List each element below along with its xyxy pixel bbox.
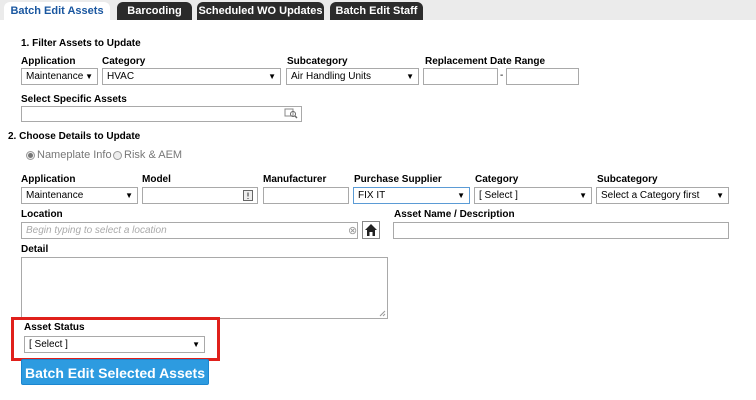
batch-edit-submit-button[interactable]: Batch Edit Selected Assets xyxy=(21,359,209,385)
radio-nameplate-label: Nameplate Info xyxy=(37,149,112,161)
details-application-label: Application xyxy=(21,174,76,185)
manufacturer-label: Manufacturer xyxy=(263,174,327,185)
chevron-down-icon: ▼ xyxy=(85,72,93,81)
radio-risk-aem[interactable] xyxy=(113,151,122,160)
details-subcategory-value: Select a Category first xyxy=(601,190,700,201)
details-application-value: Maintenance xyxy=(26,190,84,201)
tab-batch-edit-staff[interactable]: Batch Edit Staff xyxy=(330,2,423,20)
detail-textarea[interactable] xyxy=(21,257,388,319)
detail-label: Detail xyxy=(21,244,49,255)
specific-assets-label: Select Specific Assets xyxy=(21,94,127,105)
details-section-title: 2. Choose Details to Update xyxy=(8,131,141,142)
supplier-select[interactable]: FIX IT ▼ xyxy=(353,187,470,204)
clear-icon[interactable]: ⊗ xyxy=(348,224,357,237)
details-subcategory-select[interactable]: Select a Category first ▼ xyxy=(596,187,729,204)
home-button[interactable] xyxy=(362,221,380,239)
tab-scheduled-wo-updates[interactable]: Scheduled WO Updates xyxy=(197,2,324,20)
details-category-value: [ Select ] xyxy=(479,190,518,201)
chevron-down-icon: ▼ xyxy=(268,72,276,81)
filter-category-value: HVAC xyxy=(107,71,135,82)
details-category-label: Category xyxy=(475,174,519,185)
asset-status-select[interactable]: [ Select ] ▼ xyxy=(24,336,205,353)
supplier-label: Purchase Supplier xyxy=(354,174,442,185)
filter-category-select[interactable]: HVAC ▼ xyxy=(102,68,281,85)
date-range-start-input[interactable] xyxy=(423,68,498,85)
chevron-down-icon: ▼ xyxy=(192,340,200,349)
model-input[interactable] xyxy=(142,187,258,204)
home-icon xyxy=(365,224,377,236)
date-range-separator: - xyxy=(500,70,504,81)
filter-subcategory-select[interactable]: Air Handling Units ▼ xyxy=(286,68,419,85)
manufacturer-input[interactable] xyxy=(263,187,349,204)
date-range-end-input[interactable] xyxy=(506,68,579,85)
search-icon[interactable] xyxy=(284,107,298,121)
resize-handle-icon[interactable] xyxy=(379,310,386,317)
chevron-down-icon: ▼ xyxy=(406,72,414,81)
radio-nameplate-info[interactable] xyxy=(26,151,35,160)
filter-application-value: Maintenance xyxy=(26,71,84,82)
asset-name-input[interactable] xyxy=(393,222,729,239)
asset-status-value: [ Select ] xyxy=(29,339,68,350)
tab-batch-edit-assets[interactable]: Batch Edit Assets xyxy=(4,2,110,20)
model-label: Model xyxy=(142,174,171,185)
filter-subcategory-label: Subcategory xyxy=(287,56,348,67)
chevron-down-icon: ▼ xyxy=(125,191,133,200)
tab-bar: Batch Edit Assets Barcoding Scheduled WO… xyxy=(0,0,756,20)
specific-assets-input[interactable] xyxy=(21,106,302,122)
details-application-select[interactable]: Maintenance ▼ xyxy=(21,187,138,204)
tab-barcoding[interactable]: Barcoding xyxy=(117,2,192,20)
chevron-down-icon: ▼ xyxy=(579,191,587,200)
details-subcategory-label: Subcategory xyxy=(597,174,658,185)
filter-date-range-label: Replacement Date Range xyxy=(425,56,546,67)
chevron-down-icon: ▼ xyxy=(716,191,724,200)
filter-category-label: Category xyxy=(102,56,146,67)
supplier-value: FIX IT xyxy=(358,190,386,201)
radio-risk-label: Risk & AEM xyxy=(124,149,183,161)
location-placeholder: Begin typing to select a location xyxy=(26,225,167,236)
asset-name-label: Asset Name / Description xyxy=(394,209,515,220)
filter-application-label: Application xyxy=(21,56,76,67)
location-input[interactable]: Begin typing to select a location xyxy=(21,222,358,239)
chevron-down-icon: ▼ xyxy=(457,191,465,200)
filter-section-title: 1. Filter Assets to Update xyxy=(21,38,141,49)
list-icon[interactable] xyxy=(243,190,253,203)
asset-status-label: Asset Status xyxy=(24,322,85,333)
filter-application-select[interactable]: Maintenance ▼ xyxy=(21,68,98,85)
filter-subcategory-value: Air Handling Units xyxy=(291,71,372,82)
details-category-select[interactable]: [ Select ] ▼ xyxy=(474,187,592,204)
location-label: Location xyxy=(21,209,63,220)
